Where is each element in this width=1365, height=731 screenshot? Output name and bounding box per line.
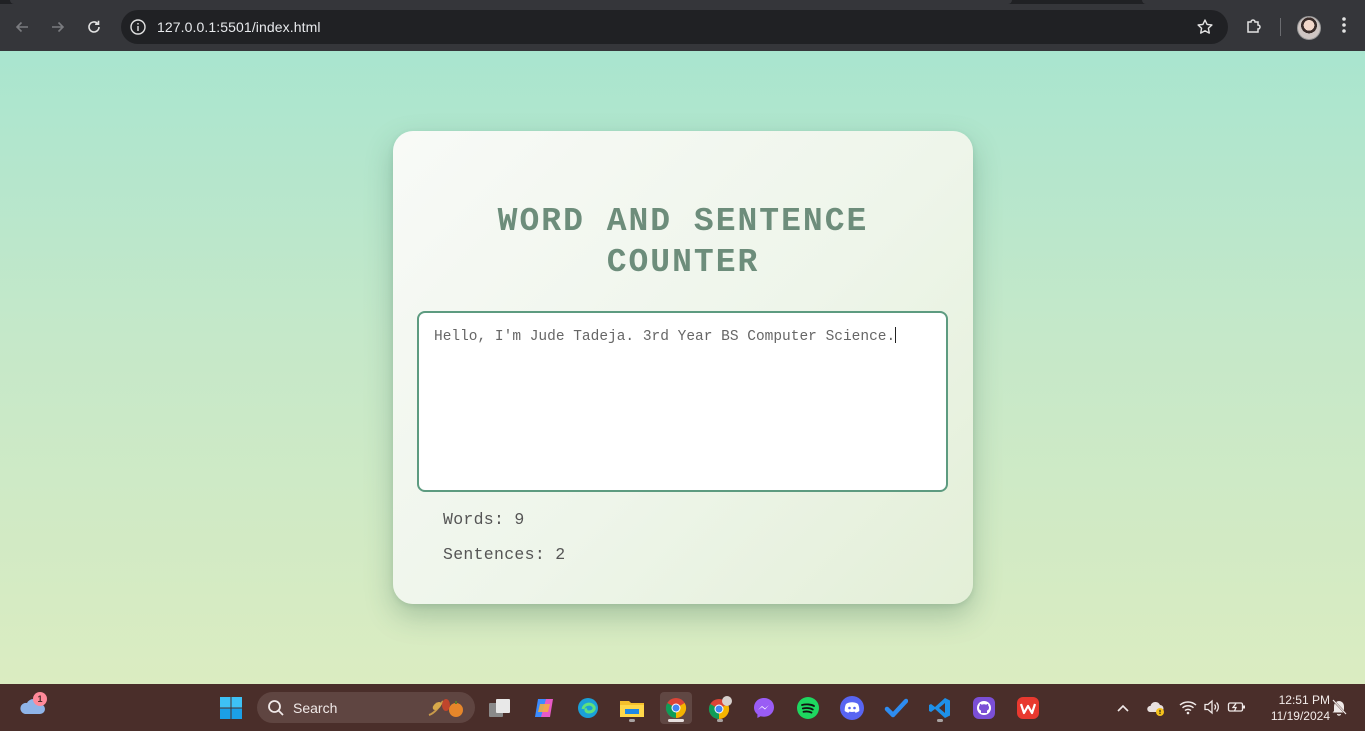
back-arrow-icon[interactable]: [10, 15, 34, 39]
wps-office-button[interactable]: [1012, 692, 1044, 724]
start-button[interactable]: [215, 692, 247, 724]
text-caret: [895, 327, 897, 343]
vscode-button[interactable]: [924, 692, 956, 724]
windows-taskbar: 1 Search 12:51 PM 11/19/2024: [0, 684, 1365, 731]
counter-card: WORD AND SENTENCE COUNTER Hello, I'm Jud…: [393, 131, 973, 604]
tab-strip-right: [1142, 0, 1365, 4]
file-explorer-button[interactable]: [616, 692, 648, 724]
page-title: WORD AND SENTENCE COUNTER: [497, 203, 869, 281]
vscode-icon: [929, 698, 950, 718]
folder-icon: [620, 701, 644, 717]
textarea-value[interactable]: Hello, I'm Jude Tadeja. 3rd Year BS Comp…: [434, 329, 895, 345]
kebab-menu-icon[interactable]: [1336, 15, 1352, 40]
volume-icon[interactable]: [1203, 699, 1221, 720]
text-input-area[interactable]: Hello, I'm Jude Tadeja. 3rd Year BS Comp…: [417, 311, 948, 492]
toolbar-divider: [1280, 18, 1281, 36]
messenger-button[interactable]: [748, 692, 780, 724]
bookmark-star-icon[interactable]: [1196, 18, 1214, 41]
messenger-icon: [754, 698, 774, 718]
sentence-count: Sentences: 2: [443, 545, 566, 564]
wifi-icon[interactable]: [1179, 699, 1197, 720]
todo-button[interactable]: [880, 692, 912, 724]
github-desktop-button[interactable]: [968, 692, 1000, 724]
wps-office-icon: [1017, 697, 1039, 719]
running-indicator: [717, 719, 723, 722]
windows-logo-icon: [220, 697, 242, 719]
copilot-icon: [535, 699, 553, 717]
clock-time: 12:51 PM: [1278, 693, 1330, 707]
chevron-up-icon[interactable]: [1116, 701, 1130, 719]
extensions-puzzle-icon[interactable]: [1245, 15, 1265, 40]
edge-button[interactable]: [572, 692, 604, 724]
autumn-search-highlight-icon: [428, 699, 463, 717]
spotify-icon: [797, 697, 819, 719]
task-view-button[interactable]: [484, 692, 516, 724]
copilot-button[interactable]: [528, 692, 560, 724]
chrome-button[interactable]: [660, 692, 692, 724]
discord-button[interactable]: [836, 692, 868, 724]
address-bar[interactable]: 127.0.0.1:5501/index.html: [121, 10, 1228, 44]
chrome-profile-icon: [708, 696, 732, 720]
edge-icon: [578, 698, 598, 718]
active-tab[interactable]: [10, 0, 1012, 4]
running-indicator: [629, 719, 635, 722]
page-background: WORD AND SENTENCE COUNTER Hello, I'm Jud…: [0, 51, 1365, 684]
forward-arrow-icon[interactable]: [46, 15, 70, 39]
clock-date: 11/19/2024: [1270, 709, 1330, 723]
search-icon: [268, 700, 284, 716]
chrome-icon: [665, 698, 687, 719]
browser-toolbar: 127.0.0.1:5501/index.html: [0, 0, 1365, 51]
discord-icon: [840, 696, 864, 720]
spotify-button[interactable]: [792, 692, 824, 724]
word-count: Words: 9: [443, 510, 525, 529]
system-clock[interactable]: 12:51 PM 11/19/2024: [1254, 692, 1330, 724]
onedrive-warning-icon[interactable]: [1146, 699, 1166, 722]
active-indicator: [668, 719, 684, 722]
chrome-profile-button[interactable]: [704, 692, 736, 724]
running-indicator: [937, 719, 943, 722]
search-label: Search: [293, 700, 338, 716]
url-text[interactable]: 127.0.0.1:5501/index.html: [157, 19, 321, 35]
weather-widget[interactable]: 1: [17, 692, 49, 722]
reload-icon[interactable]: [82, 15, 106, 39]
notification-bell-icon[interactable]: [1331, 698, 1347, 721]
weather-badge: 1: [33, 692, 47, 706]
github-icon: [973, 697, 995, 719]
task-view-icon: [489, 699, 510, 717]
profile-avatar[interactable]: [1297, 16, 1321, 40]
battery-charging-icon[interactable]: [1227, 699, 1247, 720]
site-info-icon[interactable]: [129, 18, 147, 41]
todo-checkmark-icon: [884, 698, 908, 718]
tab-strip: [0, 0, 1365, 4]
taskbar-search[interactable]: Search: [257, 692, 475, 723]
